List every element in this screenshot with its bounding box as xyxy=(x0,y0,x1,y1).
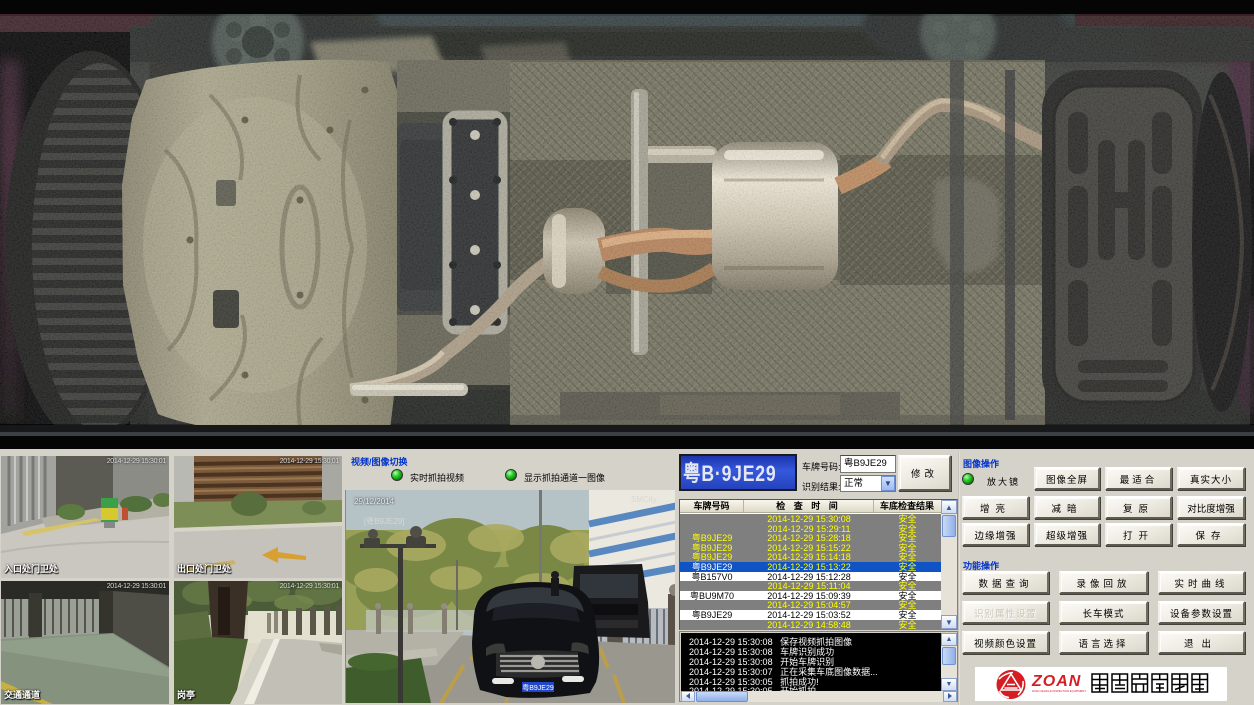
svg-text:29/12/2014: 29/12/2014 xyxy=(354,497,395,506)
svg-text:粤B9JE29: 粤B9JE29 xyxy=(522,683,554,692)
svg-text:SMCity: SMCity xyxy=(631,495,657,504)
svg-text:[粤B9JE29]: [粤B9JE29] xyxy=(364,516,404,526)
